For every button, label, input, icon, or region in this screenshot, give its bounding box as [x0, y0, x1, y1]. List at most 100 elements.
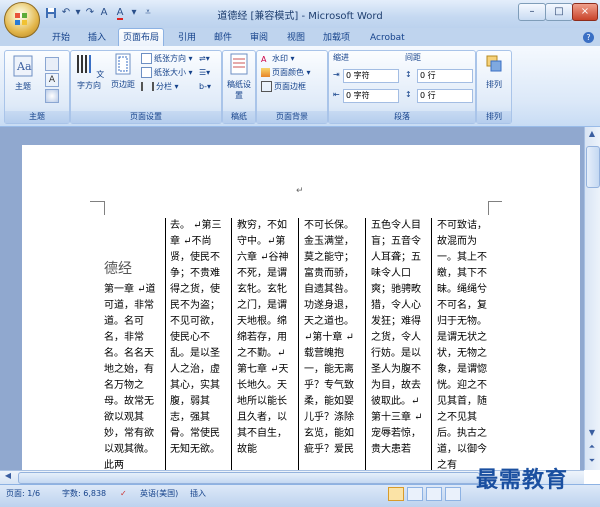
doc-heading: 德经: [104, 261, 132, 277]
print-layout-icon[interactable]: [388, 487, 404, 501]
redo-icon[interactable]: ↷: [84, 7, 96, 19]
scroll-up-icon[interactable]: ▲: [586, 129, 598, 141]
text-direction-icon: [76, 55, 91, 73]
breaks-icon[interactable]: ⇌▾: [199, 53, 210, 65]
arrange-button[interactable]: 排列: [480, 53, 508, 90]
group-paragraph: 缩进 间距 ⇥ 0 字符 ⇤ 0 字符 ↕ 0 行 ↕ 0 行 段落: [328, 50, 476, 124]
hscroll-thumb[interactable]: [18, 472, 480, 484]
text-column-3[interactable]: 教穷，不如守中。↵第六章 ↵谷神不死，是谓玄牝。玄牝之门，是谓天地根。绵绵若存，…: [237, 218, 295, 470]
page-color-icon: [261, 68, 270, 77]
group-themes: Aa 主题 A 主题: [4, 50, 70, 124]
text-column-1[interactable]: 第一章 ↵道可道，非常道。名可名，非常名。名名天地之始，有名万物之母。故常无欲以…: [104, 282, 162, 470]
indent-header: 缩进: [333, 53, 349, 62]
spacing-header: 间距: [405, 53, 421, 62]
tab-home[interactable]: 开始: [52, 31, 70, 45]
arrange-icon: [486, 55, 502, 72]
status-words[interactable]: 字数: 6,838: [62, 488, 106, 500]
page-borders-button[interactable]: 页面边框: [261, 81, 306, 93]
group-label: 段落: [329, 111, 475, 123]
scroll-thumb[interactable]: [586, 146, 600, 188]
column-separator: [365, 218, 366, 470]
orientation-icon: [141, 53, 152, 64]
indent-left-input[interactable]: 0 字符: [343, 69, 399, 83]
theme-colors-icon[interactable]: [45, 57, 59, 71]
customize-qat-icon[interactable]: ⩡: [142, 7, 154, 19]
minimize-button[interactable]: –: [518, 3, 546, 21]
format-icon[interactable]: A: [98, 7, 110, 19]
column-separator: [231, 218, 232, 470]
help-icon[interactable]: ?: [583, 32, 594, 43]
crop-mark: [90, 201, 104, 202]
group-page-setup: 文字方向 页边距 纸张方向 ▾ 纸张大小 ▾ 分栏 ▾ ⇌▾ ☰▾ b‑▾ 页面…: [70, 50, 222, 124]
dropdown-icon[interactable]: ▾: [72, 7, 84, 19]
maximize-button[interactable]: □: [545, 3, 573, 21]
tab-acrobat[interactable]: Acrobat: [370, 31, 405, 45]
theme-fonts-icon[interactable]: A: [45, 73, 59, 87]
text-column-5[interactable]: 五色令人目盲；五音令人耳聋；五味令人口爽；驰骋畋猎，令人心发狂；难得之货，令人行…: [371, 218, 429, 470]
paragraph-mark: ↵: [296, 186, 304, 196]
group-page-background: A 水印 ▾ 页面颜色 ▾ 页面边框 页面背景: [256, 50, 328, 124]
tab-addins[interactable]: 加载项: [323, 31, 350, 45]
line-numbers-icon[interactable]: ☰▾: [199, 67, 210, 79]
page-color-button[interactable]: 页面颜色 ▾: [261, 67, 311, 79]
proofing-icon[interactable]: ✓: [120, 488, 127, 500]
orientation-button[interactable]: 纸张方向 ▾: [141, 53, 193, 65]
tab-mailings[interactable]: 邮件: [214, 31, 232, 45]
undo-icon[interactable]: ↶: [60, 7, 72, 19]
page-borders-icon: [261, 81, 272, 92]
office-logo-icon: [15, 13, 27, 25]
scroll-left-icon[interactable]: ◀: [2, 471, 14, 483]
web-layout-icon[interactable]: [425, 487, 442, 501]
spacing-after-icon: ↕: [405, 90, 412, 99]
group-label: 稿纸: [223, 111, 255, 123]
tab-insert[interactable]: 插入: [88, 31, 106, 45]
crop-mark: [488, 201, 502, 202]
hyphenation-icon[interactable]: b‑▾: [199, 81, 211, 93]
group-label: 排列: [477, 111, 511, 123]
spacing-before-input[interactable]: 0 行: [417, 69, 473, 83]
group-label: 页面背景: [257, 111, 327, 123]
paper-size-icon: [141, 67, 152, 78]
next-page-icon[interactable]: ⏷: [586, 456, 598, 468]
full-screen-reading-icon[interactable]: [406, 487, 423, 501]
spacing-after-input[interactable]: 0 行: [417, 89, 473, 103]
text-column-2[interactable]: 去。 ↵第三章 ↵不尚贤，使民不争；不贵难得之货，使民不为盗；不见可欲，使民心不…: [170, 218, 228, 470]
theme-effects-icon[interactable]: [45, 89, 59, 103]
window-title: 道德经 [兼容模式] - Microsoft Word: [217, 11, 383, 22]
watermark-text: 最需教育: [476, 467, 569, 493]
indent-right-input[interactable]: 0 字符: [343, 89, 399, 103]
tab-review[interactable]: 审阅: [250, 31, 268, 45]
status-language[interactable]: 英语(美国): [140, 488, 178, 500]
indent-left-icon: ⇥: [333, 70, 340, 79]
save-icon[interactable]: [45, 7, 57, 19]
dropdown-icon[interactable]: ▾: [128, 7, 140, 19]
group-label: 主题: [5, 111, 69, 123]
margins-icon: [115, 53, 131, 75]
watermark-button[interactable]: A 水印 ▾: [261, 53, 295, 65]
tab-page-layout[interactable]: 页面布局: [118, 28, 165, 47]
text-column-6[interactable]: 不可致诘，故混而为一。其上不皦，其下不昧。绳绳兮不可名，复归于无物。是谓无状之状…: [437, 218, 495, 470]
close-button[interactable]: ×: [572, 3, 598, 21]
columns-icon: [141, 82, 154, 91]
prev-page-icon[interactable]: ⏶: [586, 442, 598, 454]
status-page[interactable]: 页面: 1/6: [6, 488, 40, 500]
office-button[interactable]: [4, 2, 40, 38]
watermark-icon: A: [261, 55, 267, 64]
manuscript-settings-button[interactable]: 稿纸设置: [225, 53, 253, 101]
tab-view[interactable]: 视图: [287, 31, 305, 45]
text-direction-button[interactable]: 文字方向: [73, 53, 105, 91]
outline-view-icon[interactable]: [444, 487, 461, 501]
view-buttons: [388, 487, 468, 501]
column-separator: [165, 218, 166, 470]
text-column-4[interactable]: 不可长保。金玉满堂，莫之能守；富贵而骄，自遗其咎。功遂身退，天之道也。↵第十章 …: [304, 218, 362, 470]
scroll-down-icon[interactable]: ▼: [586, 428, 598, 440]
crop-mark: [104, 201, 105, 215]
tab-references[interactable]: 引用: [178, 31, 196, 45]
status-mode[interactable]: 插入: [190, 488, 206, 500]
size-button[interactable]: 纸张大小 ▾: [141, 67, 193, 79]
font-color-icon[interactable]: A: [114, 7, 126, 20]
margins-button[interactable]: 页边距: [109, 53, 137, 90]
columns-button[interactable]: 分栏 ▾: [141, 81, 179, 93]
themes-button[interactable]: Aa 主题: [9, 55, 37, 92]
themes-icon: Aa: [13, 55, 33, 77]
